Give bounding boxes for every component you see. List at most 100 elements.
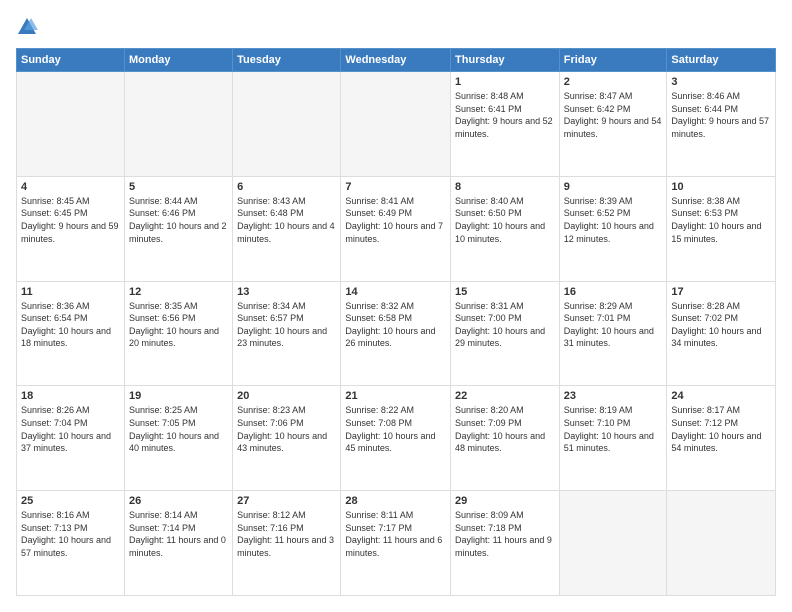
day-number: 22 bbox=[455, 390, 555, 402]
day-cell: 21Sunrise: 8:22 AM Sunset: 7:08 PM Dayli… bbox=[341, 386, 451, 491]
day-info: Sunrise: 8:40 AM Sunset: 6:50 PM Dayligh… bbox=[455, 195, 555, 245]
day-cell: 24 Sunrise: 8:17 AM Sunset: 7:12 PM Dayli… bbox=[667, 386, 776, 491]
day-cell: 16 Sunrise: 8:29 AM Sunset: 7:01 PM Dayli… bbox=[559, 281, 667, 386]
day-number: 7 bbox=[345, 181, 446, 193]
week-row-3: 18 Sunrise: 8:26 AM Sunset: 7:04 PM Dayli… bbox=[17, 386, 776, 491]
day-cell: 6 Sunrise: 8:43 AM Sunset: 6:48 PM Daylig… bbox=[233, 176, 341, 281]
day-cell: 10Sunrise: 8:38 AM Sunset: 6:53 PM Dayli… bbox=[667, 176, 776, 281]
day-number: 12 bbox=[129, 286, 228, 298]
day-info: Sunrise: 8:35 AM Sunset: 6:56 PM Dayligh… bbox=[129, 300, 228, 350]
day-cell: 5 Sunrise: 8:44 AM Sunset: 6:46 PM Daylig… bbox=[124, 176, 232, 281]
day-info: Sunrise: 8:19 AM Sunset: 7:10 PM Dayligh… bbox=[564, 404, 663, 454]
day-info: Sunrise: 8:31 AM Sunset: 7:00 PM Dayligh… bbox=[455, 300, 555, 350]
day-info: Sunrise: 8:41 AM Sunset: 6:49 PM Dayligh… bbox=[345, 195, 446, 245]
day-info: Sunrise: 8:20 AM Sunset: 7:09 PM Dayligh… bbox=[455, 404, 555, 454]
day-number: 20 bbox=[237, 390, 336, 402]
header-row: SundayMondayTuesdayWednesdayThursdayFrid… bbox=[17, 49, 776, 72]
day-number: 21 bbox=[345, 390, 446, 402]
day-cell: 18 Sunrise: 8:26 AM Sunset: 7:04 PM Dayli… bbox=[17, 386, 125, 491]
day-number: 5 bbox=[129, 181, 228, 193]
day-number: 13 bbox=[237, 286, 336, 298]
day-number: 18 bbox=[21, 390, 120, 402]
day-cell bbox=[124, 72, 232, 177]
header bbox=[16, 16, 776, 38]
day-number: 15 bbox=[455, 286, 555, 298]
day-cell: 12 Sunrise: 8:35 AM Sunset: 6:56 PM Dayli… bbox=[124, 281, 232, 386]
day-info: Sunrise: 8:29 AM Sunset: 7:01 PM Dayligh… bbox=[564, 300, 663, 350]
day-info: Sunrise: 8:12 AM Sunset: 7:16 PM Dayligh… bbox=[237, 509, 336, 559]
day-info: Sunrise: 8:45 AM Sunset: 6:45 PM Dayligh… bbox=[21, 195, 120, 245]
col-header-saturday: Saturday bbox=[667, 49, 776, 72]
day-cell: 25 Sunrise: 8:16 AM Sunset: 7:13 PM Dayli… bbox=[17, 491, 125, 596]
day-cell bbox=[233, 72, 341, 177]
day-info: Sunrise: 8:36 AM Sunset: 6:54 PM Dayligh… bbox=[21, 300, 120, 350]
day-info: Sunrise: 8:38 AM Sunset: 6:53 PM Dayligh… bbox=[671, 195, 771, 245]
day-info: Sunrise: 8:47 AM Sunset: 6:42 PM Dayligh… bbox=[564, 90, 663, 140]
day-info: Sunrise: 8:34 AM Sunset: 6:57 PM Dayligh… bbox=[237, 300, 336, 350]
day-cell bbox=[341, 72, 451, 177]
day-cell: 23 Sunrise: 8:19 AM Sunset: 7:10 PM Dayli… bbox=[559, 386, 667, 491]
calendar: SundayMondayTuesdayWednesdayThursdayFrid… bbox=[16, 48, 776, 596]
page: SundayMondayTuesdayWednesdayThursdayFrid… bbox=[0, 0, 792, 612]
day-number: 2 bbox=[564, 76, 663, 88]
col-header-wednesday: Wednesday bbox=[341, 49, 451, 72]
day-info: Sunrise: 8:28 AM Sunset: 7:02 PM Dayligh… bbox=[671, 300, 771, 350]
day-cell: 7 Sunrise: 8:41 AM Sunset: 6:49 PM Daylig… bbox=[341, 176, 451, 281]
day-cell bbox=[17, 72, 125, 177]
calendar-table: SundayMondayTuesdayWednesdayThursdayFrid… bbox=[16, 48, 776, 596]
week-row-2: 11 Sunrise: 8:36 AM Sunset: 6:54 PM Dayli… bbox=[17, 281, 776, 386]
day-number: 23 bbox=[564, 390, 663, 402]
col-header-sunday: Sunday bbox=[17, 49, 125, 72]
day-number: 24 bbox=[671, 390, 771, 402]
day-info: Sunrise: 8:11 AM Sunset: 7:17 PM Dayligh… bbox=[345, 509, 446, 559]
day-info: Sunrise: 8:26 AM Sunset: 7:04 PM Dayligh… bbox=[21, 404, 120, 454]
day-info: Sunrise: 8:17 AM Sunset: 7:12 PM Dayligh… bbox=[671, 404, 771, 454]
day-info: Sunrise: 8:16 AM Sunset: 7:13 PM Dayligh… bbox=[21, 509, 120, 559]
week-row-1: 4 Sunrise: 8:45 AM Sunset: 6:45 PM Daylig… bbox=[17, 176, 776, 281]
day-number: 29 bbox=[455, 495, 555, 507]
day-cell: 9 Sunrise: 8:39 AM Sunset: 6:52 PM Daylig… bbox=[559, 176, 667, 281]
day-cell: 3 Sunrise: 8:46 AM Sunset: 6:44 PM Daylig… bbox=[667, 72, 776, 177]
day-number: 9 bbox=[564, 181, 663, 193]
day-number: 3 bbox=[671, 76, 771, 88]
day-number: 17 bbox=[671, 286, 771, 298]
day-info: Sunrise: 8:23 AM Sunset: 7:06 PM Dayligh… bbox=[237, 404, 336, 454]
day-info: Sunrise: 8:14 AM Sunset: 7:14 PM Dayligh… bbox=[129, 509, 228, 559]
calendar-header: SundayMondayTuesdayWednesdayThursdayFrid… bbox=[17, 49, 776, 72]
week-row-4: 25 Sunrise: 8:16 AM Sunset: 7:13 PM Dayli… bbox=[17, 491, 776, 596]
day-number: 27 bbox=[237, 495, 336, 507]
day-cell: 27 Sunrise: 8:12 AM Sunset: 7:16 PM Dayli… bbox=[233, 491, 341, 596]
col-header-tuesday: Tuesday bbox=[233, 49, 341, 72]
day-info: Sunrise: 8:09 AM Sunset: 7:18 PM Dayligh… bbox=[455, 509, 555, 559]
calendar-body: 1Sunrise: 8:48 AM Sunset: 6:41 PM Daylig… bbox=[17, 72, 776, 596]
day-info: Sunrise: 8:46 AM Sunset: 6:44 PM Dayligh… bbox=[671, 90, 771, 140]
day-cell: 14 Sunrise: 8:32 AM Sunset: 6:58 PM Dayli… bbox=[341, 281, 451, 386]
day-cell: 2 Sunrise: 8:47 AM Sunset: 6:42 PM Daylig… bbox=[559, 72, 667, 177]
day-cell bbox=[559, 491, 667, 596]
day-number: 26 bbox=[129, 495, 228, 507]
day-info: Sunrise: 8:43 AM Sunset: 6:48 PM Dayligh… bbox=[237, 195, 336, 245]
day-cell: 13 Sunrise: 8:34 AM Sunset: 6:57 PM Dayli… bbox=[233, 281, 341, 386]
day-number: 8 bbox=[455, 181, 555, 193]
week-row-0: 1Sunrise: 8:48 AM Sunset: 6:41 PM Daylig… bbox=[17, 72, 776, 177]
day-number: 25 bbox=[21, 495, 120, 507]
day-cell: 28 Sunrise: 8:11 AM Sunset: 7:17 PM Dayli… bbox=[341, 491, 451, 596]
logo bbox=[16, 16, 42, 38]
day-cell: 15 Sunrise: 8:31 AM Sunset: 7:00 PM Dayli… bbox=[451, 281, 560, 386]
day-cell: 20 Sunrise: 8:23 AM Sunset: 7:06 PM Dayli… bbox=[233, 386, 341, 491]
day-cell: 11 Sunrise: 8:36 AM Sunset: 6:54 PM Dayli… bbox=[17, 281, 125, 386]
day-info: Sunrise: 8:44 AM Sunset: 6:46 PM Dayligh… bbox=[129, 195, 228, 245]
day-info: Sunrise: 8:32 AM Sunset: 6:58 PM Dayligh… bbox=[345, 300, 446, 350]
day-info: Sunrise: 8:39 AM Sunset: 6:52 PM Dayligh… bbox=[564, 195, 663, 245]
day-number: 14 bbox=[345, 286, 446, 298]
day-number: 16 bbox=[564, 286, 663, 298]
day-number: 28 bbox=[345, 495, 446, 507]
day-number: 6 bbox=[237, 181, 336, 193]
day-info: Sunrise: 8:48 AM Sunset: 6:41 PM Dayligh… bbox=[455, 90, 555, 140]
day-cell: 19Sunrise: 8:25 AM Sunset: 7:05 PM Dayli… bbox=[124, 386, 232, 491]
day-number: 4 bbox=[21, 181, 120, 193]
day-cell: 22 Sunrise: 8:20 AM Sunset: 7:09 PM Dayli… bbox=[451, 386, 560, 491]
day-cell: 26 Sunrise: 8:14 AM Sunset: 7:14 PM Dayli… bbox=[124, 491, 232, 596]
logo-icon bbox=[16, 16, 38, 38]
day-number: 11 bbox=[21, 286, 120, 298]
